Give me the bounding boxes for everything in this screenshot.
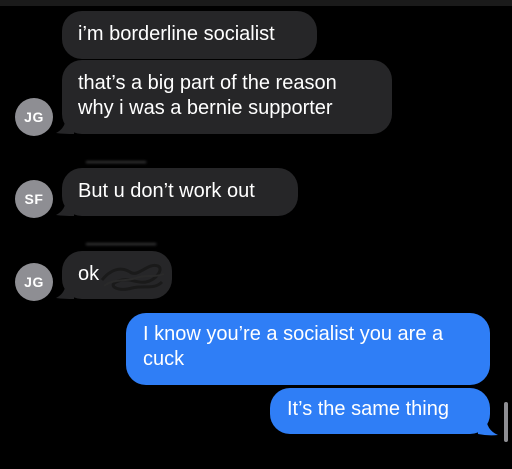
message-text: ok (78, 263, 100, 285)
avatar-initials: SF (24, 191, 44, 207)
avatar-initials: JG (24, 274, 44, 290)
scrollbar[interactable] (504, 402, 508, 442)
top-bar (0, 0, 512, 6)
blurred-text: ▁▁▁▁▁▁▁ (86, 230, 156, 245)
message-text: It’s the same thing (287, 398, 449, 420)
incoming-message[interactable]: i’m borderline socialist (62, 11, 317, 59)
bubble-tail (56, 198, 74, 216)
outgoing-message[interactable]: It’s the same thing (270, 388, 490, 434)
message-text: But u don’t work out (78, 180, 255, 202)
avatar[interactable]: JG (15, 98, 53, 136)
scribble-redaction (100, 263, 165, 291)
avatar[interactable]: SF (15, 180, 53, 218)
bubble-tail (56, 281, 74, 299)
bubble-tail (56, 116, 74, 134)
message-text: that’s a big part of the reason why i wa… (78, 72, 337, 119)
outgoing-message[interactable]: I know you’re a socialist you are a cuck (126, 313, 490, 385)
incoming-message[interactable]: But u don’t work out (62, 168, 298, 216)
bubble-tail (478, 416, 498, 436)
message-text: i’m borderline socialist (78, 23, 275, 45)
blurred-text: ▁▁▁▁▁▁ (86, 148, 146, 163)
avatar[interactable]: JG (15, 263, 53, 301)
message-text: I know you’re a socialist you are a cuck (143, 323, 444, 370)
incoming-message[interactable]: that’s a big part of the reason why i wa… (62, 60, 392, 134)
avatar-initials: JG (24, 109, 44, 125)
